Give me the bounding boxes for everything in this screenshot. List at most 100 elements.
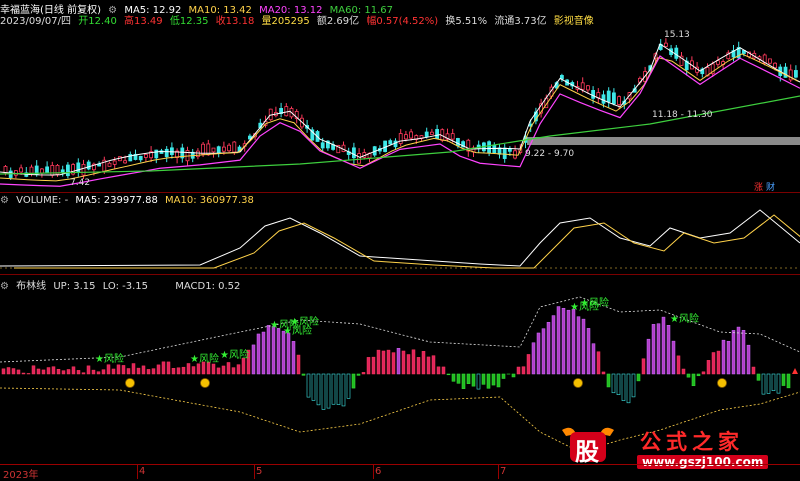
price-candle <box>602 95 605 103</box>
macd-bar-positive <box>62 371 65 374</box>
macd-bar-positive <box>732 330 735 374</box>
zhang-marker[interactable]: 涨 <box>754 182 763 192</box>
macd-bar-negative <box>627 374 630 403</box>
macd-bar-positive <box>392 353 395 374</box>
macd-bar-positive <box>712 353 715 374</box>
macd-bar-positive <box>172 368 175 374</box>
boll-up: UP: 3.15 <box>53 281 95 292</box>
macd-bar-positive <box>372 357 375 374</box>
macd-bar-positive <box>72 367 75 374</box>
macd-bar-negative <box>317 374 320 405</box>
macd-bar-positive <box>577 317 580 374</box>
macd-bar-positive <box>437 367 440 374</box>
price-candle <box>404 135 407 139</box>
macd-bar-positive <box>592 344 595 374</box>
settings-icon[interactable]: ⚙ <box>0 281 9 292</box>
macd-bar-positive <box>287 333 290 374</box>
macd-bar-positive <box>157 365 160 374</box>
price-candle <box>228 145 231 151</box>
macd-bar-negative <box>457 374 460 383</box>
volume-chart[interactable] <box>0 198 800 273</box>
macd-bar-positive <box>77 370 80 374</box>
macd-bar-negative <box>757 374 760 380</box>
macd-bar-positive <box>132 364 135 374</box>
cai-marker[interactable]: 财 <box>766 181 775 192</box>
macd-bar-positive <box>517 367 520 374</box>
macd-bar-positive <box>27 373 30 374</box>
macd-bar-positive <box>22 373 25 374</box>
macd-bar-negative <box>357 374 360 375</box>
price-candle <box>456 138 459 145</box>
macd-bar-negative <box>607 374 610 387</box>
macd-bar-positive <box>587 328 590 374</box>
macd-bar-negative <box>467 374 470 384</box>
risk-label: ★风险 <box>95 352 124 365</box>
macd-bar-positive <box>197 364 200 374</box>
macd-bar-positive <box>52 367 55 374</box>
macd-bar-positive <box>557 307 560 374</box>
risk-label: ★风险 <box>190 352 219 365</box>
macd-bar-positive <box>177 368 180 374</box>
axis-tick <box>498 465 499 479</box>
price-candle <box>430 132 433 134</box>
macd-bar-positive <box>152 369 155 374</box>
macd-bar-negative <box>452 374 455 381</box>
price-candle <box>40 169 43 173</box>
price-candle <box>321 143 324 148</box>
macd-bar-positive <box>382 351 385 374</box>
ma20-line <box>0 56 800 186</box>
price-candle <box>358 154 361 164</box>
price-candle <box>410 132 413 138</box>
price-candle <box>612 93 615 104</box>
money-bag-icon <box>718 379 727 388</box>
annotation-box-upper: 11.18 - 11.30 <box>652 110 713 120</box>
macd-value: MACD1: 0.52 <box>175 281 240 292</box>
macd-bar-negative <box>512 374 515 377</box>
time-label-apr: 4 <box>139 466 145 477</box>
macd-bar-positive <box>752 367 755 374</box>
price-candle <box>514 151 517 158</box>
macd-bar-positive <box>722 340 725 374</box>
macd-bar-negative <box>312 374 315 400</box>
macd-bar-positive <box>37 369 40 374</box>
macd-bar-negative <box>622 374 625 401</box>
macd-bar-negative <box>462 374 465 389</box>
price-candle <box>46 167 49 172</box>
macd-bar-positive <box>42 370 45 374</box>
macd-bar-positive <box>47 368 50 374</box>
price-box-band <box>527 137 800 145</box>
macd-bar-positive <box>537 333 540 374</box>
macd-bar-positive <box>122 365 125 374</box>
macd-bar-negative <box>477 374 480 389</box>
risk-label: ★风险 <box>580 296 609 309</box>
price-candle <box>139 156 142 159</box>
price-candle <box>51 165 54 175</box>
macd-bar-negative <box>487 374 490 388</box>
macd-bar-positive <box>667 325 670 374</box>
macd-bar-negative <box>327 374 330 408</box>
volume-ma5-line <box>0 210 800 266</box>
macd-bar-positive <box>552 316 555 374</box>
macd-bar-positive <box>82 373 85 374</box>
macd-bar-negative <box>782 374 785 386</box>
macd-bar-positive <box>582 319 585 374</box>
watermark-logo: 股 <box>558 424 618 464</box>
macd-bar-negative <box>307 374 310 397</box>
macd-bar-positive <box>402 351 405 374</box>
macd-bar-negative <box>637 374 640 381</box>
macd-bar-negative <box>697 374 700 376</box>
macd-bar-negative <box>332 374 335 404</box>
macd-bar-negative <box>777 374 780 393</box>
macd-bar-positive <box>442 367 445 374</box>
macd-bar-positive <box>112 369 115 374</box>
price-chart[interactable]: 15.13 11.18 - 11.30 9.22 - 9.70 7.42 涨 财 <box>0 24 800 192</box>
price-candle <box>124 161 127 163</box>
price-candle <box>20 168 23 172</box>
price-candle <box>436 129 439 138</box>
panel-divider <box>0 274 800 275</box>
macd-bar-positive <box>377 350 380 374</box>
macd-bar-positive <box>292 341 295 374</box>
macd-bar-positive <box>127 368 130 374</box>
price-candle <box>233 142 236 152</box>
macd-bar-negative <box>767 374 770 393</box>
